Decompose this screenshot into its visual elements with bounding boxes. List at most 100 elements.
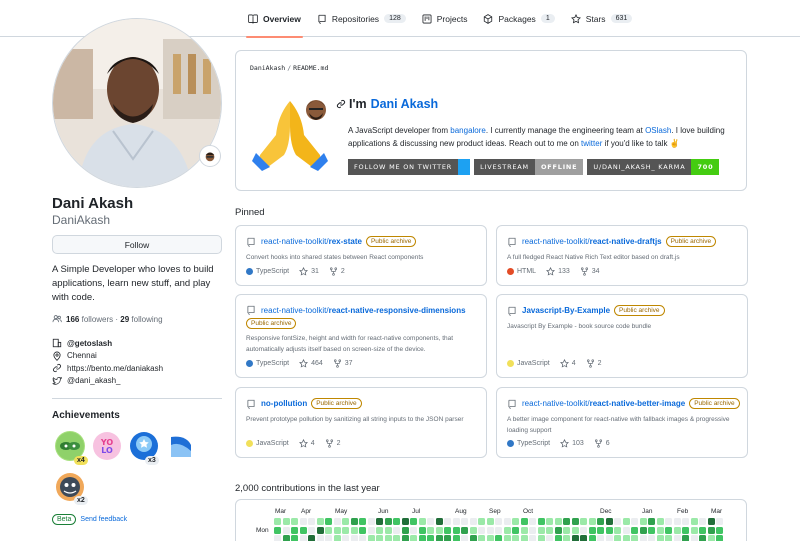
- contribution-day-cell[interactable]: [486, 535, 494, 541]
- repo-stars[interactable]: 4: [559, 359, 576, 368]
- contribution-day-cell[interactable]: [648, 518, 655, 525]
- contribution-day-cell[interactable]: [605, 518, 613, 525]
- contribution-day-cell[interactable]: [614, 526, 621, 534]
- contribution-day-cell[interactable]: [291, 535, 298, 541]
- contribution-day-cell[interactable]: [563, 535, 570, 541]
- contribution-day-cell[interactable]: [682, 535, 689, 541]
- contribution-day-cell[interactable]: [529, 535, 536, 541]
- contribution-day-cell[interactable]: [282, 535, 290, 541]
- contribution-day-cell[interactable]: [291, 526, 298, 534]
- contribution-day-cell[interactable]: [427, 535, 434, 541]
- contribution-day-cell[interactable]: [520, 535, 528, 541]
- contribution-day-cell[interactable]: [325, 518, 332, 525]
- contribution-day-cell[interactable]: [529, 526, 536, 534]
- contribution-day-cell[interactable]: [316, 526, 324, 534]
- contribution-day-cell[interactable]: [580, 535, 587, 541]
- contribution-day-cell[interactable]: [316, 535, 324, 541]
- reddit-karma-badge[interactable]: U/DANI_AKASH_ KARMA 700: [587, 159, 720, 175]
- contribution-day-cell[interactable]: [350, 518, 358, 525]
- contribution-day-cell[interactable]: [648, 535, 655, 541]
- contribution-day-cell[interactable]: [622, 526, 630, 534]
- contribution-day-cell[interactable]: [622, 535, 630, 541]
- contribution-day-cell[interactable]: [274, 526, 281, 534]
- contribution-day-cell[interactable]: [537, 526, 545, 534]
- contribution-day-cell[interactable]: [648, 526, 655, 534]
- contribution-day-cell[interactable]: [350, 526, 358, 534]
- repo-stars[interactable]: 103: [560, 439, 584, 448]
- repo-forks[interactable]: 2: [325, 439, 341, 448]
- contribution-day-cell[interactable]: [333, 526, 341, 534]
- contribution-day-cell[interactable]: [452, 526, 460, 534]
- contribution-day-cell[interactable]: [699, 526, 706, 534]
- contribution-day-cell[interactable]: [699, 535, 706, 541]
- contribution-day-cell[interactable]: [333, 518, 341, 525]
- repo-forks[interactable]: 2: [586, 359, 602, 368]
- contribution-day-cell[interactable]: [427, 526, 434, 534]
- contribution-day-cell[interactable]: [342, 526, 349, 534]
- contribution-day-cell[interactable]: [588, 535, 596, 541]
- contribution-day-cell[interactable]: [418, 535, 426, 541]
- contribution-day-cell[interactable]: [495, 526, 502, 534]
- contribution-day-cell[interactable]: [478, 518, 485, 525]
- contribution-day-cell[interactable]: [376, 526, 383, 534]
- org-link[interactable]: @getoslash: [67, 339, 112, 348]
- contribution-day-cell[interactable]: [503, 518, 511, 525]
- contribution-day-cell[interactable]: [316, 518, 324, 525]
- contribution-day-cell[interactable]: [410, 518, 417, 525]
- contribution-day-cell[interactable]: [605, 526, 613, 534]
- repo-forks[interactable]: 2: [329, 267, 345, 276]
- repo-owner-link[interactable]: react-native-toolkit/: [261, 306, 329, 315]
- bangalore-link[interactable]: bangalore: [450, 126, 486, 135]
- contribution-day-cell[interactable]: [452, 535, 460, 541]
- repo-forks[interactable]: 6: [594, 439, 610, 448]
- contribution-day-cell[interactable]: [588, 526, 596, 534]
- contribution-day-cell[interactable]: [707, 535, 715, 541]
- followers-label[interactable]: followers: [82, 315, 114, 324]
- contribution-day-cell[interactable]: [325, 535, 332, 541]
- contribution-day-cell[interactable]: [571, 526, 579, 534]
- contribution-day-cell[interactable]: [546, 518, 553, 525]
- contribution-day-cell[interactable]: [554, 518, 562, 525]
- contribution-day-cell[interactable]: [673, 526, 681, 534]
- contribution-day-cell[interactable]: [682, 526, 689, 534]
- anchor-link-icon[interactable]: [336, 99, 346, 109]
- contribution-day-cell[interactable]: [597, 518, 604, 525]
- contribution-day-cell[interactable]: [537, 518, 545, 525]
- contribution-day-cell[interactable]: [384, 526, 392, 534]
- repo-stars[interactable]: 133: [546, 267, 570, 276]
- contribution-day-cell[interactable]: [673, 535, 681, 541]
- contribution-day-cell[interactable]: [639, 526, 647, 534]
- contribution-day-cell[interactable]: [291, 518, 298, 525]
- contribution-day-cell[interactable]: [486, 526, 494, 534]
- contribution-day-cell[interactable]: [376, 535, 383, 541]
- contribution-day-cell[interactable]: [452, 518, 460, 525]
- contribution-day-cell[interactable]: [350, 535, 358, 541]
- contribution-day-cell[interactable]: [325, 526, 332, 534]
- contribution-day-cell[interactable]: [410, 526, 417, 534]
- contribution-day-cell[interactable]: [631, 518, 638, 525]
- repo-owner-link[interactable]: react-native-toolkit/: [522, 237, 590, 246]
- contribution-day-cell[interactable]: [665, 526, 672, 534]
- contribution-day-cell[interactable]: [571, 518, 579, 525]
- contribution-day-cell[interactable]: [665, 535, 672, 541]
- contribution-day-cell[interactable]: [622, 518, 630, 525]
- contribution-day-cell[interactable]: [444, 518, 451, 525]
- contribution-day-cell[interactable]: [308, 518, 315, 525]
- contribution-day-cell[interactable]: [690, 535, 698, 541]
- contribution-day-cell[interactable]: [376, 518, 383, 525]
- contribution-day-cell[interactable]: [393, 526, 400, 534]
- contribution-day-cell[interactable]: [554, 535, 562, 541]
- contribution-day-cell[interactable]: [563, 526, 570, 534]
- tab-stars[interactable]: Stars 631: [563, 0, 641, 37]
- followers-count[interactable]: 166: [66, 315, 79, 324]
- contribution-day-cell[interactable]: [597, 526, 604, 534]
- tab-packages[interactable]: Packages 1: [475, 0, 562, 37]
- contribution-day-cell[interactable]: [342, 535, 349, 541]
- contribution-day-cell[interactable]: [435, 535, 443, 541]
- contribution-day-cell[interactable]: [367, 535, 375, 541]
- contribution-day-cell[interactable]: [716, 526, 723, 534]
- repo-name-link[interactable]: rex-state: [329, 237, 362, 246]
- contribution-day-cell[interactable]: [554, 526, 562, 534]
- contribution-day-cell[interactable]: [469, 526, 477, 534]
- contribution-day-cell[interactable]: [665, 518, 672, 525]
